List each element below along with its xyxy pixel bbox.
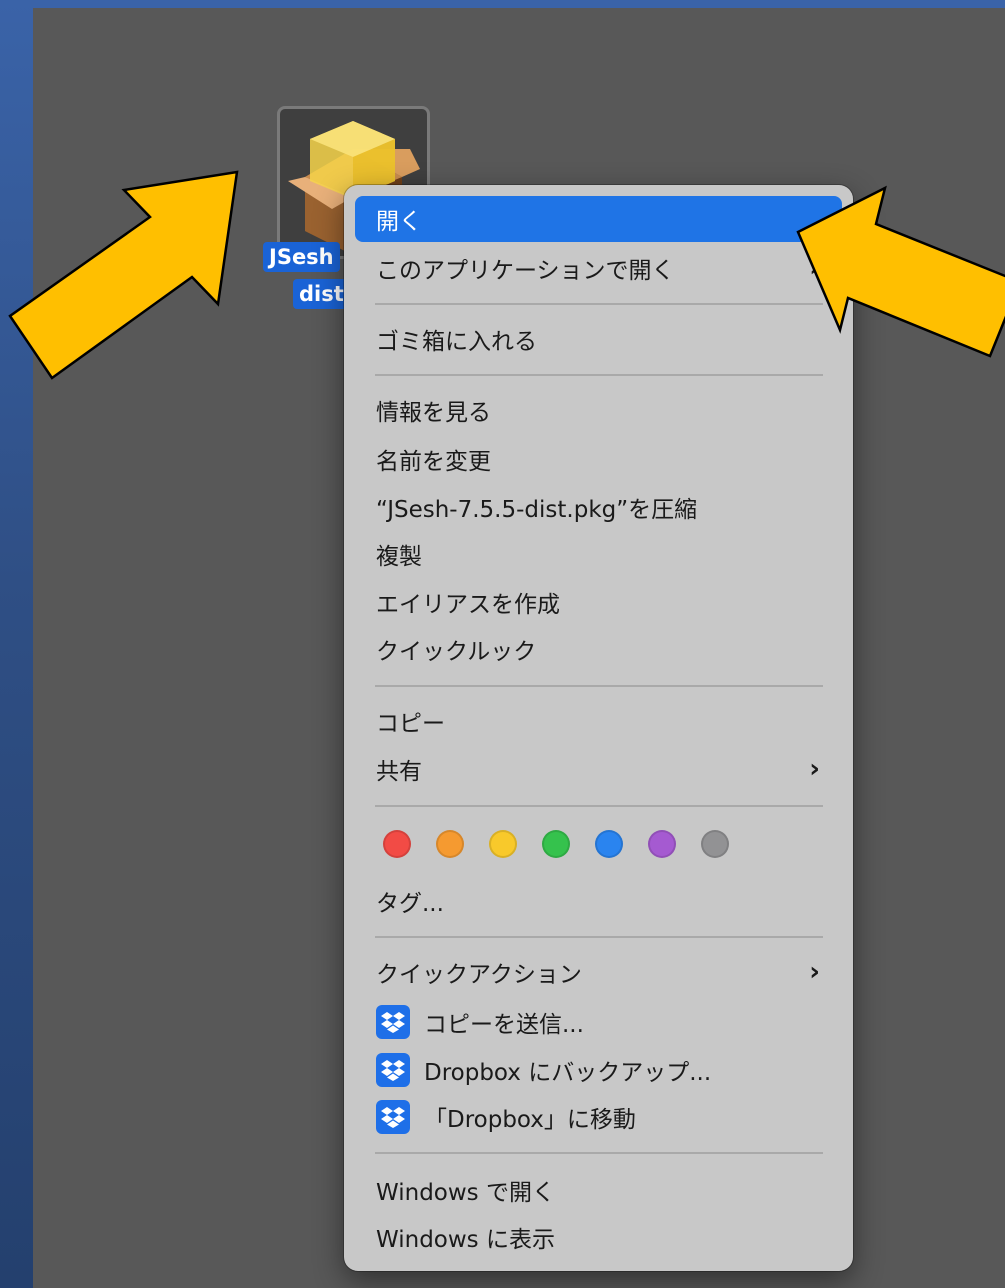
menu-item-label: 「Dropbox」に移動	[424, 1107, 636, 1133]
menu-item-label: Dropbox にバックアップ...	[424, 1060, 712, 1086]
menu-item-label: 情報を見る	[376, 400, 491, 426]
left-arrow-icon	[8, 170, 239, 380]
menu-item-label: エイリアスを作成	[376, 592, 560, 618]
file-name-label[interactable]: JSesh	[263, 242, 340, 272]
menu-item-rename[interactable]: 名前を変更	[355, 436, 842, 482]
menu-item-label: クイックルック	[376, 639, 537, 665]
menu-item-quick-actions[interactable]: クイックアクション ›	[355, 949, 842, 995]
menu-item-label: 複製	[376, 544, 422, 570]
menu-item-make-alias[interactable]: エイリアスを作成	[355, 579, 842, 625]
menu-item-get-info[interactable]: 情報を見る	[355, 387, 842, 433]
menu-separator	[375, 374, 823, 376]
screen: JSesh dist 開く このアプリケーションで開く › ゴミ箱に入れる 情報…	[0, 0, 1005, 1288]
menu-item-label: クイックアクション	[376, 962, 582, 988]
tag-green-dot[interactable]	[542, 830, 570, 858]
menu-item-backup-dropbox[interactable]: Dropbox にバックアップ...	[355, 1047, 842, 1093]
tag-purple-dot[interactable]	[648, 830, 676, 858]
chevron-right-icon: ›	[809, 754, 820, 784]
dropbox-icon	[376, 1053, 410, 1087]
menu-item-move-dropbox[interactable]: 「Dropbox」に移動	[355, 1094, 842, 1140]
menu-item-label: 名前を変更	[376, 449, 491, 475]
tag-red-dot[interactable]	[383, 830, 411, 858]
chevron-right-icon: ›	[809, 957, 820, 987]
menu-item-label: このアプリケーションで開く	[376, 258, 675, 284]
context-menu: 開く このアプリケーションで開く › ゴミ箱に入れる 情報を見る 名前を変更 “…	[344, 185, 853, 1271]
tag-yellow-dot[interactable]	[489, 830, 517, 858]
menu-item-label: Windows で開く	[376, 1180, 555, 1206]
menu-item-label: タグ...	[376, 891, 444, 917]
menu-item-label: 開く	[376, 209, 422, 235]
menu-item-open-windows[interactable]: Windows で開く	[355, 1167, 842, 1213]
menu-separator	[375, 685, 823, 687]
menu-item-share[interactable]: 共有 ›	[355, 746, 842, 792]
menu-item-quick-look[interactable]: クイックルック	[355, 626, 842, 672]
menu-item-label: Windows に表示	[376, 1227, 555, 1253]
menu-item-move-to-trash[interactable]: ゴミ箱に入れる	[355, 316, 842, 362]
file-name-label-line2[interactable]: dist	[293, 279, 350, 309]
menu-separator	[375, 1152, 823, 1154]
menu-item-send-copy[interactable]: コピーを送信...	[355, 999, 842, 1045]
menu-item-tags[interactable]: タグ...	[355, 878, 842, 924]
menu-item-duplicate[interactable]: 複製	[355, 531, 842, 577]
menu-item-label: “JSesh-7.5.5-dist.pkg”を圧縮	[376, 497, 698, 523]
right-arrow-icon	[796, 185, 1005, 358]
menu-separator	[375, 303, 823, 305]
menu-item-copy[interactable]: コピー	[355, 698, 842, 744]
menu-item-label: コピー	[376, 711, 445, 737]
dropbox-icon	[376, 1005, 410, 1039]
tag-blue-dot[interactable]	[595, 830, 623, 858]
menu-item-open-with[interactable]: このアプリケーションで開く ›	[355, 245, 842, 291]
menu-item-label: コピーを送信...	[424, 1012, 584, 1038]
menu-item-show-windows[interactable]: Windows に表示	[355, 1214, 842, 1260]
tag-orange-dot[interactable]	[436, 830, 464, 858]
tag-gray-dot[interactable]	[701, 830, 729, 858]
dropbox-icon	[376, 1100, 410, 1134]
menu-separator	[375, 805, 823, 807]
menu-separator	[375, 936, 823, 938]
menu-item-open[interactable]: 開く	[355, 196, 842, 242]
menu-item-compress[interactable]: “JSesh-7.5.5-dist.pkg”を圧縮	[355, 484, 842, 530]
menu-item-label: ゴミ箱に入れる	[376, 329, 537, 355]
menu-item-label: 共有	[376, 759, 422, 785]
